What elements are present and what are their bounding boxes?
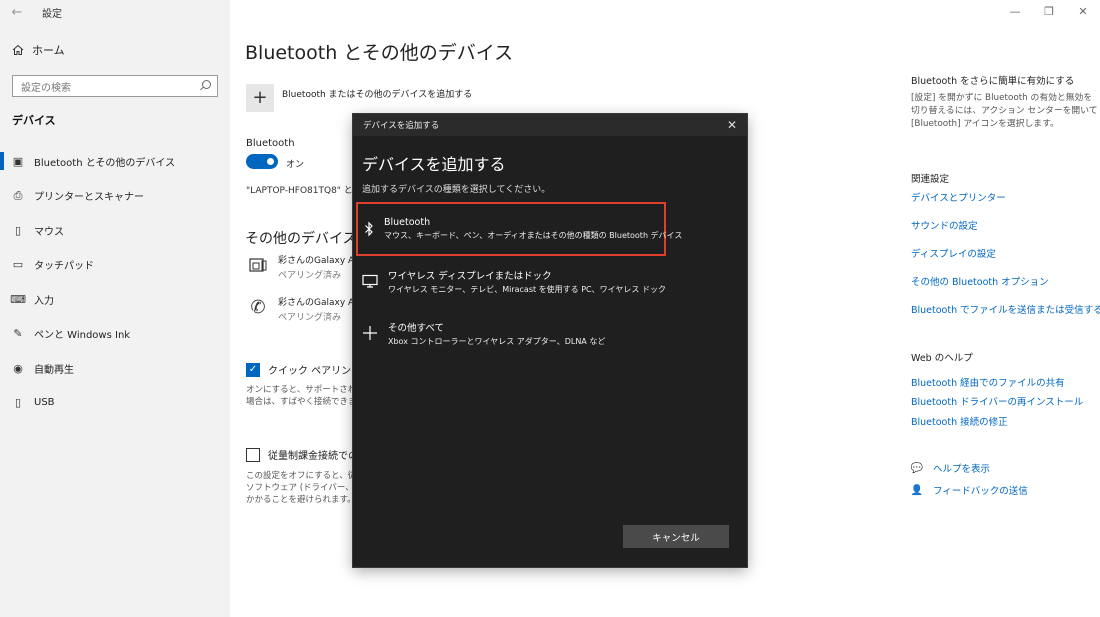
easy-enable-heading: Bluetooth をさらに簡単に有効にする <box>911 76 1075 87</box>
quick-pairing-desc-1: オンにすると、サポートされて <box>246 385 354 395</box>
sidebar-item-touchpad[interactable]: ▭ タッチパッド <box>0 248 230 283</box>
discoverable-text: "LAPTOP-HFO81TQ8" と <box>246 186 352 196</box>
sidebar-item-label: 入力 <box>34 295 54 307</box>
dialog-bar-title: デバイスを追加する <box>363 121 440 131</box>
option-name: Bluetooth <box>384 217 431 228</box>
option-wireless-display[interactable]: ワイヤレス ディスプレイまたはドック ワイヤレス モニター、テレビ、Miraca… <box>356 254 666 308</box>
usb-icon: ▯ <box>14 396 22 410</box>
toggle-state: オン <box>286 160 305 170</box>
sidebar-item-label: USB <box>34 397 55 409</box>
dialog-title: デバイスを追加する <box>362 155 506 174</box>
feedback-link[interactable]: 👤 フィードバックの送信 <box>910 483 1028 498</box>
feedback-label: フィードバックの送信 <box>933 486 1028 497</box>
sidebar-item-autoplay[interactable]: ◉ 自動再生 <box>0 351 230 386</box>
bluetooth-devices-icon: ▣ <box>12 154 24 168</box>
metered-desc-3: かかることを避けられます。 <box>246 495 354 505</box>
easy-enable-desc: [設定] を開かずに Bluetooth の有効と無効を切り替えるには、アクショ… <box>911 93 1098 129</box>
sidebar-item-mouse[interactable]: ▯ マウス <box>0 213 230 248</box>
close-button[interactable]: ✕ <box>1066 0 1100 24</box>
window-controls: — ❐ ✕ <box>998 0 1100 24</box>
get-help-label: ヘルプを表示 <box>933 464 991 475</box>
web-help-heading: Web のヘルプ <box>911 353 973 364</box>
bluetooth-icon <box>364 219 374 239</box>
home-icon <box>12 44 24 55</box>
metered-desc-2: ソフトウェア (ドライバー、情報 <box>246 483 354 493</box>
link-fix-connection[interactable]: Bluetooth 接続の修正 <box>911 414 1008 428</box>
metered-desc-1: この設定をオフにすると、従 <box>246 471 354 481</box>
phone-call-icon: ✆ <box>250 296 266 318</box>
add-device-label[interactable]: Bluetooth またはその他のデバイスを追加する <box>282 87 472 100</box>
cancel-button[interactable]: キャンセル <box>623 525 729 548</box>
link-display-settings[interactable]: ディスプレイの設定 <box>911 246 996 260</box>
sidebar-item-usb[interactable]: ▯ USB <box>0 386 230 421</box>
home-label: ホーム <box>32 44 65 57</box>
dialog-titlebar: デバイスを追加する ✕ <box>353 114 747 136</box>
sidebar-item-label: 自動再生 <box>34 364 74 376</box>
related-settings-heading: 関連設定 <box>911 174 950 185</box>
option-name: その他すべて <box>388 322 444 334</box>
sidebar: ← 設定 ホーム 設定の検索 デバイス ▣ Bluetooth とその他のデバイ… <box>0 0 230 617</box>
bluetooth-toggle[interactable] <box>246 154 278 169</box>
option-bluetooth[interactable]: Bluetooth マウス、キーボード、ペン、オーディオまたはその他の種類の B… <box>356 202 682 256</box>
quick-pairing-desc-2: 場合は、すばやく接続できま <box>246 397 354 407</box>
help-chat-icon: 💬 <box>910 462 924 474</box>
home-link[interactable]: ホーム <box>12 42 65 58</box>
sidebar-item-label: マウス <box>34 226 64 238</box>
device-item[interactable]: 彩さんのGalaxy A2 ペアリング済み <box>246 253 368 281</box>
keyboard-icon: ⌨ <box>10 292 26 306</box>
search-input[interactable]: 設定の検索 <box>12 75 218 97</box>
link-sound-settings[interactable]: サウンドの設定 <box>911 218 978 232</box>
link-reinstall-driver[interactable]: Bluetooth ドライバーの再インストール <box>911 394 1083 408</box>
sidebar-item-bluetooth[interactable]: ▣ Bluetooth とその他のデバイス <box>0 144 230 179</box>
sidebar-item-typing[interactable]: ⌨ 入力 <box>0 282 230 317</box>
search-placeholder: 設定の検索 <box>21 82 71 94</box>
quick-pairing-checkbox[interactable]: ✓ <box>246 362 260 377</box>
section-label: デバイス <box>12 114 56 127</box>
sidebar-item-label: Bluetooth とその他のデバイス <box>34 157 176 169</box>
option-desc: マウス、キーボード、ペン、オーディオまたはその他の種類の Bluetooth デ… <box>384 231 683 240</box>
option-desc: ワイヤレス モニター、テレビ、Miracast を使用する PC、ワイヤレス ド… <box>388 284 666 294</box>
add-device-button[interactable]: + <box>246 84 274 112</box>
printer-icon: ⎙ <box>13 188 23 202</box>
link-file-sharing[interactable]: Bluetooth 経由でのファイルの共有 <box>911 375 1065 389</box>
touchpad-icon: ▭ <box>12 258 24 272</box>
add-device-dialog: デバイスを追加する ✕ デバイスを追加する 追加するデバイスの種類を選択してくだ… <box>353 114 747 567</box>
page-title: Bluetooth とその他のデバイス <box>245 42 514 64</box>
option-desc: Xbox コントローラーとワイヤレス アダプター、DLNA など <box>388 336 606 346</box>
dialog-subtitle: 追加するデバイスの種類を選択してください。 <box>362 185 551 195</box>
pen-icon: ✎ <box>13 327 23 341</box>
sidebar-nav: ▣ Bluetooth とその他のデバイス ⎙ プリンターとスキャナー ▯ マウ… <box>0 144 230 420</box>
phone-device-icon <box>246 253 270 277</box>
option-name: ワイヤレス ディスプレイまたはドック <box>388 270 552 282</box>
autoplay-icon: ◉ <box>13 361 23 375</box>
link-devices-printers[interactable]: デバイスとプリンター <box>911 190 1006 204</box>
sidebar-item-printers[interactable]: ⎙ プリンターとスキャナー <box>0 179 230 214</box>
get-help-link[interactable]: 💬 ヘルプを表示 <box>910 461 991 476</box>
plus-icon: + <box>252 87 268 108</box>
minimize-button[interactable]: — <box>998 0 1032 24</box>
other-devices-title: その他のデバイス <box>245 231 355 247</box>
metered-checkbox[interactable] <box>246 447 260 462</box>
sidebar-item-pen[interactable]: ✎ ペンと Windows Ink <box>0 317 230 352</box>
option-everything-else[interactable]: その他すべて Xbox コントローラーとワイヤレス アダプター、DLNA など <box>356 306 666 360</box>
dialog-close-icon[interactable]: ✕ <box>727 118 737 132</box>
monitor-icon <box>362 271 378 291</box>
titlebar: ← 設定 <box>0 0 230 24</box>
device-item[interactable]: ✆ 彩さんのGalaxy A2 ペアリング済み <box>246 295 368 324</box>
mouse-icon: ▯ <box>14 223 22 237</box>
maximize-button[interactable]: ❐ <box>1032 0 1066 24</box>
check-icon: ✓ <box>248 364 258 375</box>
sidebar-item-label: ペンと Windows Ink <box>34 330 131 342</box>
link-more-bluetooth-options[interactable]: その他の Bluetooth オプション <box>911 274 1049 288</box>
app-title: 設定 <box>42 8 62 20</box>
bluetooth-label: Bluetooth <box>246 138 295 149</box>
sidebar-item-label: プリンターとスキャナー <box>34 192 144 204</box>
link-send-receive-files[interactable]: Bluetooth でファイルを送信または受信する <box>911 302 1100 316</box>
back-arrow-icon[interactable]: ← <box>2 5 32 20</box>
sidebar-item-label: タッチパッド <box>34 261 94 273</box>
feedback-icon: 👤 <box>910 484 924 496</box>
search-icon[interactable] <box>199 80 211 92</box>
plus-icon <box>362 323 378 343</box>
